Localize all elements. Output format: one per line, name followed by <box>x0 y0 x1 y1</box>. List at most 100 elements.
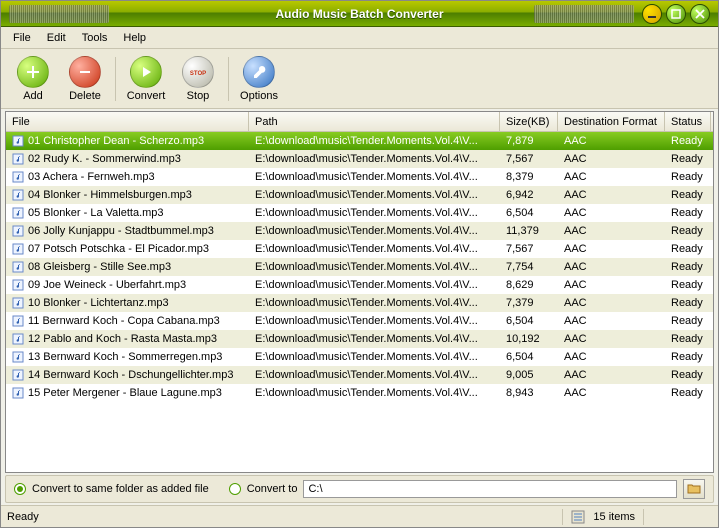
cell-status: Ready <box>665 260 711 274</box>
cell-dest: AAC <box>558 152 665 166</box>
col-size[interactable]: Size(KB) <box>500 112 558 131</box>
music-file-icon <box>12 153 24 165</box>
cell-status: Ready <box>665 332 711 346</box>
table-row[interactable]: 05 Blonker - La Valetta.mp3E:\download\m… <box>6 204 713 222</box>
cell-status: Ready <box>665 152 711 166</box>
output-path-input[interactable] <box>303 480 677 498</box>
col-dest[interactable]: Destination Format <box>558 112 665 131</box>
cell-size: 7,379 <box>500 296 558 310</box>
music-file-icon <box>12 333 24 345</box>
close-button[interactable] <box>690 4 710 24</box>
cell-file: 01 Christopher Dean - Scherzo.mp3 <box>6 134 249 148</box>
menubar: File Edit Tools Help <box>1 27 718 49</box>
music-file-icon <box>12 279 24 291</box>
cell-dest: AAC <box>558 224 665 238</box>
toolbar-separator <box>228 57 229 101</box>
cell-path: E:\download\music\Tender.Moments.Vol.4\V… <box>249 206 500 220</box>
table-row[interactable]: 11 Bernward Koch - Copa Cabana.mp3E:\dow… <box>6 312 713 330</box>
cell-dest: AAC <box>558 296 665 310</box>
menu-tools[interactable]: Tools <box>74 30 116 46</box>
table-row[interactable]: 04 Blonker - Himmelsburgen.mp3E:\downloa… <box>6 186 713 204</box>
cell-status: Ready <box>665 188 711 202</box>
cell-file: 03 Achera - Fernweh.mp3 <box>6 170 249 184</box>
music-file-icon <box>12 135 24 147</box>
cell-size: 8,379 <box>500 170 558 184</box>
cell-dest: AAC <box>558 278 665 292</box>
cell-size: 7,567 <box>500 152 558 166</box>
cell-status: Ready <box>665 278 711 292</box>
cell-status: Ready <box>665 170 711 184</box>
folder-icon <box>687 483 701 495</box>
options-button[interactable]: Options <box>233 53 285 105</box>
convert-button[interactable]: Convert <box>120 53 172 105</box>
col-file[interactable]: File <box>6 112 249 131</box>
col-status[interactable]: Status <box>665 112 711 131</box>
items-count: 15 items <box>593 511 635 523</box>
cell-file: 08 Gleisberg - Stille See.mp3 <box>6 260 249 274</box>
table-row[interactable]: 13 Bernward Koch - Sommerregen.mp3E:\dow… <box>6 348 713 366</box>
output-options: Convert to same folder as added file Con… <box>5 475 714 503</box>
cell-path: E:\download\music\Tender.Moments.Vol.4\V… <box>249 296 500 310</box>
table-row[interactable]: 07 Potsch Potschka - El Picador.mp3E:\do… <box>6 240 713 258</box>
cell-path: E:\download\music\Tender.Moments.Vol.4\V… <box>249 188 500 202</box>
cell-size: 7,879 <box>500 134 558 148</box>
table-row[interactable]: 14 Bernward Koch - Dschungellichter.mp3E… <box>6 366 713 384</box>
status-text: Ready <box>7 511 39 523</box>
cell-dest: AAC <box>558 350 665 364</box>
table-row[interactable]: 01 Christopher Dean - Scherzo.mp3E:\down… <box>6 132 713 150</box>
delete-button[interactable]: Delete <box>59 53 111 105</box>
radio-same-folder[interactable] <box>14 483 26 495</box>
cell-status: Ready <box>665 350 711 364</box>
wrench-icon <box>243 56 275 88</box>
plus-icon <box>17 56 49 88</box>
cell-status: Ready <box>665 224 711 238</box>
menu-edit[interactable]: Edit <box>39 30 74 46</box>
stop-button[interactable]: STOP Stop <box>172 53 224 105</box>
cell-file: 04 Blonker - Himmelsburgen.mp3 <box>6 188 249 202</box>
cell-path: E:\download\music\Tender.Moments.Vol.4\V… <box>249 134 500 148</box>
menu-file[interactable]: File <box>5 30 39 46</box>
col-path[interactable]: Path <box>249 112 500 131</box>
table-row[interactable]: 02 Rudy K. - Sommerwind.mp3E:\download\m… <box>6 150 713 168</box>
convert-label: Convert <box>127 90 166 102</box>
cell-file: 10 Blonker - Lichtertanz.mp3 <box>6 296 249 310</box>
cell-path: E:\download\music\Tender.Moments.Vol.4\V… <box>249 386 500 400</box>
cell-file: 13 Bernward Koch - Sommerregen.mp3 <box>6 350 249 364</box>
cell-size: 6,504 <box>500 206 558 220</box>
cell-status: Ready <box>665 314 711 328</box>
cell-file: 05 Blonker - La Valetta.mp3 <box>6 206 249 220</box>
table-row[interactable]: 03 Achera - Fernweh.mp3E:\download\music… <box>6 168 713 186</box>
cell-file: 02 Rudy K. - Sommerwind.mp3 <box>6 152 249 166</box>
cell-size: 6,504 <box>500 314 558 328</box>
cell-file: 09 Joe Weineck - Uberfahrt.mp3 <box>6 278 249 292</box>
cell-file: 14 Bernward Koch - Dschungellichter.mp3 <box>6 368 249 382</box>
maximize-button[interactable] <box>666 4 686 24</box>
cell-size: 7,567 <box>500 242 558 256</box>
music-file-icon <box>12 189 24 201</box>
minus-icon <box>69 56 101 88</box>
minimize-button[interactable] <box>642 4 662 24</box>
radio-convert-to[interactable] <box>229 483 241 495</box>
cell-file: 12 Pablo and Koch - Rasta Masta.mp3 <box>6 332 249 346</box>
music-file-icon <box>12 207 24 219</box>
table-row[interactable]: 06 Jolly Kunjappu - Stadtbummel.mp3E:\do… <box>6 222 713 240</box>
table-row[interactable]: 15 Peter Mergener - Blaue Lagune.mp3E:\d… <box>6 384 713 402</box>
cell-size: 9,005 <box>500 368 558 382</box>
items-icon <box>571 510 585 524</box>
cell-file: 15 Peter Mergener - Blaue Lagune.mp3 <box>6 386 249 400</box>
menu-help[interactable]: Help <box>115 30 154 46</box>
browse-button[interactable] <box>683 479 705 499</box>
table-row[interactable]: 10 Blonker - Lichtertanz.mp3E:\download\… <box>6 294 713 312</box>
cell-dest: AAC <box>558 188 665 202</box>
table-row[interactable]: 08 Gleisberg - Stille See.mp3E:\download… <box>6 258 713 276</box>
cell-dest: AAC <box>558 242 665 256</box>
stop-icon: STOP <box>182 56 214 88</box>
table-row[interactable]: 12 Pablo and Koch - Rasta Masta.mp3E:\do… <box>6 330 713 348</box>
play-icon <box>130 56 162 88</box>
table-row[interactable]: 09 Joe Weineck - Uberfahrt.mp3E:\downloa… <box>6 276 713 294</box>
cell-file: 11 Bernward Koch - Copa Cabana.mp3 <box>6 314 249 328</box>
table-header: File Path Size(KB) Destination Format St… <box>6 112 713 132</box>
add-button[interactable]: Add <box>7 53 59 105</box>
cell-status: Ready <box>665 296 711 310</box>
cell-path: E:\download\music\Tender.Moments.Vol.4\V… <box>249 368 500 382</box>
